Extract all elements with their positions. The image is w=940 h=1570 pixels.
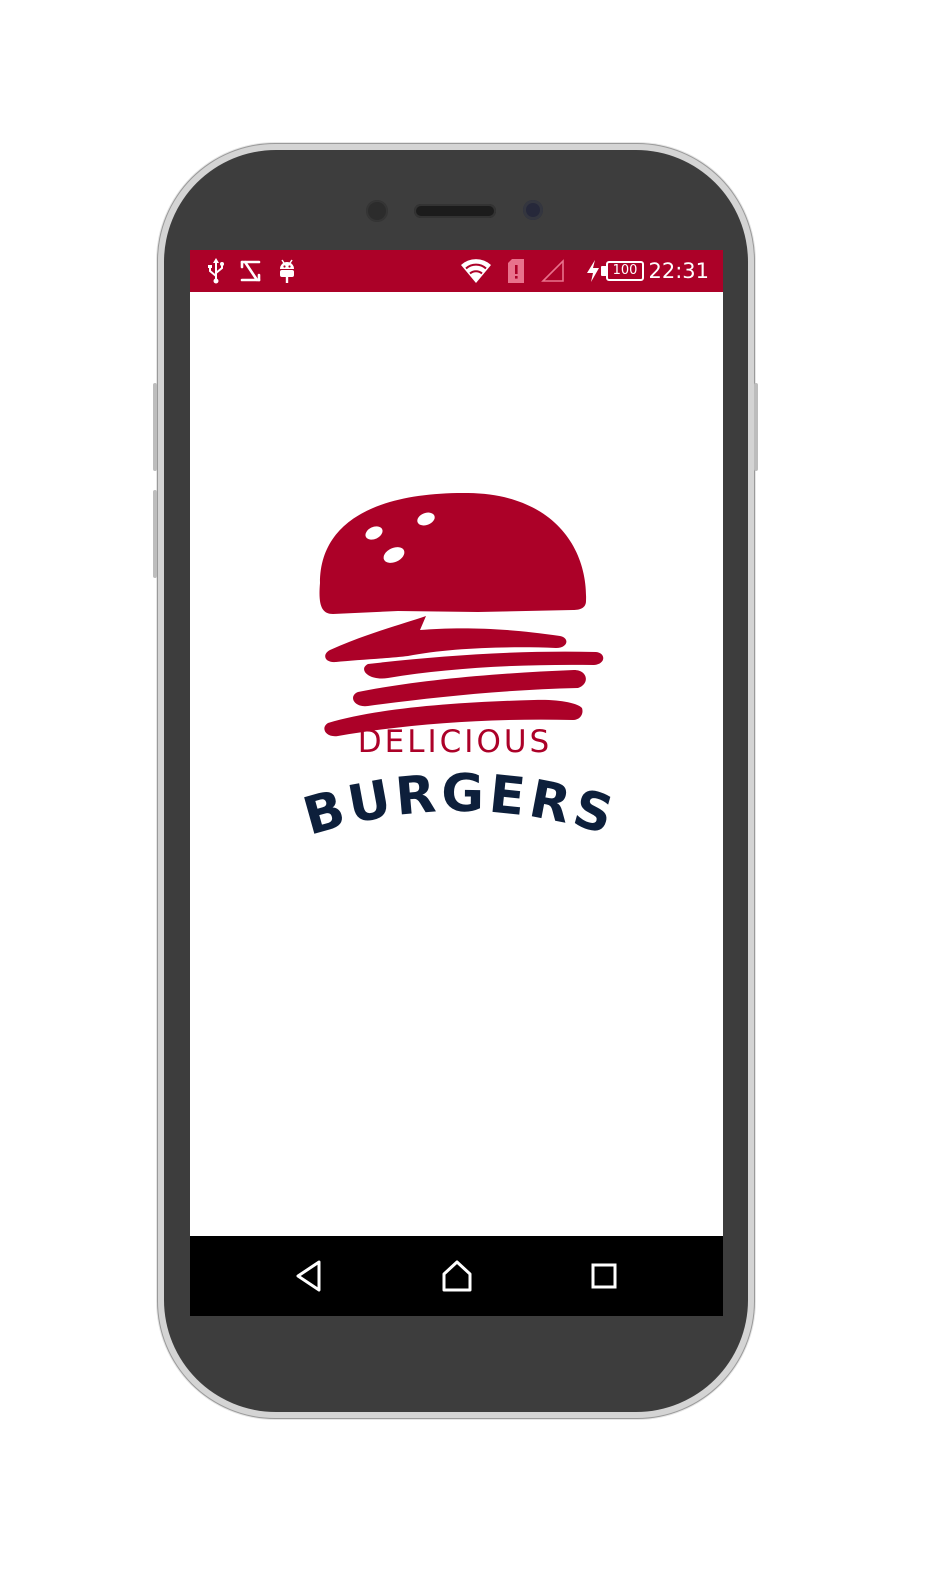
- front-camera: [366, 200, 388, 222]
- battery-icon: 100: [606, 261, 644, 281]
- wifi-icon: [460, 250, 492, 292]
- back-button[interactable]: [269, 1236, 349, 1316]
- power-button: [754, 383, 758, 471]
- recents-button[interactable]: [564, 1236, 644, 1316]
- charging-icon: [586, 250, 600, 292]
- navigation-bar: [190, 1236, 723, 1316]
- volume-up-button: [153, 383, 157, 471]
- sim-alert-icon: [507, 250, 525, 292]
- proximity-sensor: [523, 200, 543, 220]
- svg-text:BURGERS: BURGERS: [297, 764, 623, 848]
- screen: 100 22:31 DELICIOUS BURGERS: [190, 250, 723, 1316]
- s-app-icon: [240, 250, 262, 292]
- home-button[interactable]: [417, 1236, 497, 1316]
- back-icon: [296, 1260, 321, 1292]
- android-debug-icon: [277, 250, 297, 292]
- earpiece-speaker: [414, 204, 496, 218]
- brand-name-line2-graphic: BURGERS: [297, 764, 623, 848]
- clock: 22:31: [648, 259, 709, 283]
- brand-name-line2: BURGERS: [297, 764, 619, 848]
- usb-icon: [206, 250, 226, 292]
- signal-icon: [541, 250, 565, 292]
- volume-down-button: [153, 490, 157, 578]
- recents-icon: [591, 1263, 617, 1289]
- status-bar: 100 22:31: [190, 250, 723, 292]
- home-icon: [442, 1260, 472, 1292]
